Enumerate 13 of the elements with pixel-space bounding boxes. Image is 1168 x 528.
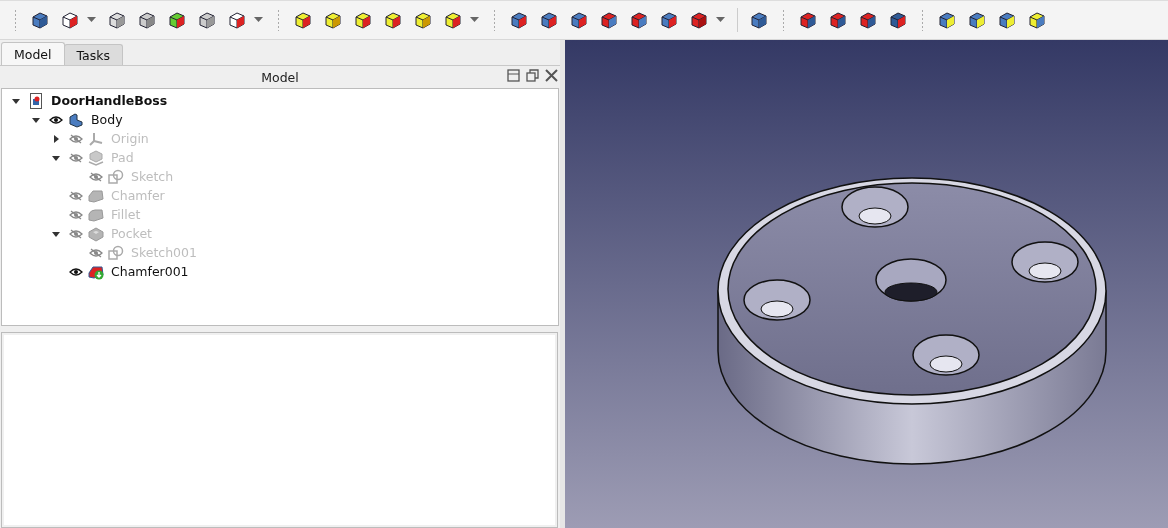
panel-title: Model xyxy=(261,69,299,85)
tree-item[interactable]: Fillet xyxy=(111,207,141,222)
tree-item[interactable]: Pad xyxy=(111,150,134,165)
tree-item[interactable]: Origin xyxy=(111,131,149,146)
tree-item[interactable]: Sketch001 xyxy=(131,245,197,260)
tree-item[interactable]: Chamfer001 xyxy=(111,264,189,279)
tab[interactable]: Tasks xyxy=(63,44,124,65)
tree-item[interactable]: Sketch xyxy=(131,169,174,184)
tree-item[interactable]: DoorHandleBoss xyxy=(51,93,168,108)
tab[interactable]: Model xyxy=(1,42,65,65)
tree-item[interactable]: Chamfer xyxy=(111,188,165,203)
tree-item[interactable]: Pocket xyxy=(111,226,152,241)
tree-item[interactable]: Body xyxy=(91,112,123,127)
